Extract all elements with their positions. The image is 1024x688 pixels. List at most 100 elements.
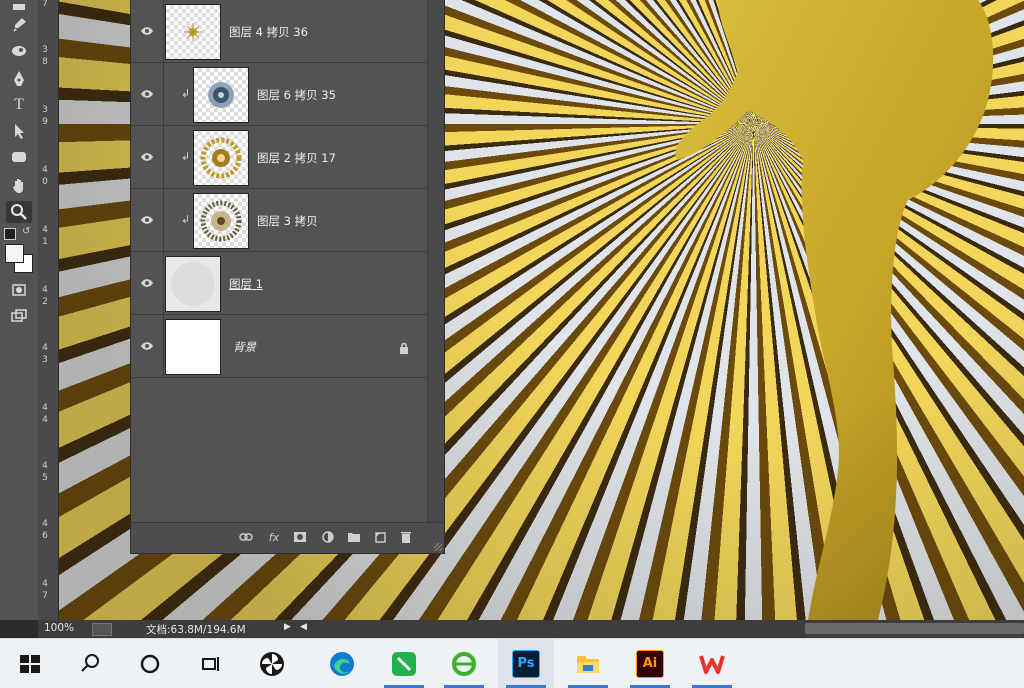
layer-row[interactable]: ↲ 图层 2 拷贝 17	[131, 126, 427, 189]
ruler-label: 3	[42, 355, 48, 365]
layer-thumbnail	[165, 319, 221, 375]
layer-row[interactable]: 图层 4 拷贝 36	[131, 0, 427, 63]
new-group-button[interactable]	[345, 529, 363, 545]
link-layers-button[interactable]	[237, 529, 255, 545]
eye-icon	[141, 342, 153, 350]
layer-row[interactable]: 背景	[131, 315, 427, 378]
quick-mask-button[interactable]	[6, 279, 32, 301]
ruler-label: 6	[42, 531, 48, 541]
layer-name[interactable]: 图层 4 拷贝 36	[229, 24, 308, 40]
adjustment-layer-button[interactable]	[319, 529, 337, 545]
zoom-magnifier-icon	[11, 204, 27, 220]
task-view-icon	[202, 656, 219, 671]
hand-icon	[13, 179, 23, 193]
layer-name[interactable]: 图层 6 拷贝 35	[257, 87, 336, 103]
illustrator-button[interactable]: Ai	[622, 639, 678, 688]
ruler-label: 4	[42, 403, 48, 413]
add-mask-button[interactable]	[291, 529, 309, 545]
ruler-label: 4	[42, 343, 48, 353]
blue-ornament-icon	[208, 82, 234, 108]
resize-grip-icon[interactable]	[434, 543, 442, 551]
tools-panel: T ↺	[0, 0, 39, 620]
delete-layer-button[interactable]	[397, 529, 415, 545]
scroll-left-arrow-icon[interactable]: ◀	[300, 622, 307, 632]
eye-icon	[141, 90, 153, 98]
shape-tool[interactable]	[6, 146, 32, 168]
visibility-toggle[interactable]	[131, 315, 164, 377]
cortana-ring-icon	[140, 654, 160, 673]
blob-icon	[12, 46, 26, 56]
layer-name[interactable]: 图层 1	[229, 276, 263, 292]
search-button[interactable]	[62, 639, 118, 688]
task-view-button[interactable]	[182, 639, 238, 688]
document-size: 文档:63.8M/194.6M	[146, 624, 246, 636]
photoshop-button[interactable]: Ps	[498, 639, 554, 688]
ie-browser-button[interactable]	[436, 639, 492, 688]
blur-tool[interactable]	[6, 40, 32, 62]
layer-name[interactable]: 背景	[233, 339, 256, 355]
layer-thumbnail	[193, 130, 249, 186]
photoshop-icon: Ps	[512, 649, 540, 678]
zoom-level[interactable]: 100%	[44, 622, 74, 634]
wps-office-button[interactable]	[684, 639, 740, 688]
type-tool[interactable]: T	[6, 94, 32, 116]
brush-tool[interactable]	[6, 14, 32, 36]
layer-name[interactable]: 图层 2 拷贝 17	[257, 150, 336, 166]
layer-row[interactable]: 图层 1	[131, 252, 427, 315]
clipping-mask-icon: ↲	[181, 150, 191, 163]
new-layer-icon	[375, 532, 386, 543]
gold-ornament-icon	[184, 23, 202, 41]
screen-mode-button[interactable]	[6, 305, 32, 327]
file-explorer-button[interactable]	[560, 639, 616, 688]
pinwheel-app-button[interactable]	[244, 639, 300, 688]
ruler-label: 5	[42, 473, 48, 483]
default-colors-icon[interactable]	[4, 228, 16, 240]
layer-name[interactable]: 图层 3 拷贝	[257, 213, 318, 229]
visibility-toggle[interactable]	[131, 0, 164, 62]
path-selection-tool[interactable]	[6, 120, 32, 142]
visibility-toggle[interactable]	[131, 63, 164, 125]
layers-scrollbar[interactable]	[427, 0, 444, 522]
green-app-button[interactable]	[376, 639, 432, 688]
link-icon	[239, 533, 253, 541]
cortana-button[interactable]	[122, 639, 178, 688]
type-icon: T	[14, 96, 24, 113]
layer-style-button[interactable]: fx	[265, 529, 283, 545]
hand-tool[interactable]	[6, 175, 32, 197]
clipping-mask-icon: ↲	[181, 87, 191, 100]
green-app-icon	[392, 651, 416, 676]
folder-icon	[577, 655, 599, 673]
layer-thumbnail	[165, 256, 221, 312]
new-layer-button[interactable]	[371, 529, 389, 545]
pinwheel-icon	[260, 651, 284, 676]
search-icon	[81, 653, 99, 672]
start-button[interactable]	[2, 639, 58, 688]
zoom-tool[interactable]	[6, 201, 32, 223]
status-bar: 100% 文档:63.8M/194.6M ▶ ◀	[38, 620, 1024, 638]
ruler-label: 8	[42, 57, 48, 67]
navigator-icon[interactable]	[92, 623, 112, 636]
ruler-label: 4	[42, 461, 48, 471]
pen-icon	[14, 71, 24, 86]
visibility-toggle[interactable]	[131, 126, 164, 188]
ruler-label: 0	[42, 177, 48, 187]
swap-colors-icon[interactable]: ↺	[22, 226, 30, 237]
foreground-color-swatch[interactable]	[5, 244, 24, 263]
edge-browser-button[interactable]	[314, 639, 370, 688]
layer-row[interactable]: ↲ 图层 3 拷贝	[131, 189, 427, 252]
status-menu-arrow-icon[interactable]: ▶	[284, 622, 291, 632]
ruler-label: 4	[42, 415, 48, 425]
layer-row[interactable]: ↲ 图层 6 拷贝 35	[131, 63, 427, 126]
ruler-label: 7	[42, 591, 48, 601]
lock-icon[interactable]	[399, 339, 409, 358]
ie-icon	[452, 651, 476, 676]
horizontal-scrollbar[interactable]	[805, 623, 1024, 634]
pen-tool[interactable]	[6, 68, 32, 90]
visibility-toggle[interactable]	[131, 189, 164, 251]
eye-icon	[141, 153, 153, 161]
windows-logo-icon	[20, 654, 40, 673]
windows-taskbar: Ps Ai	[0, 638, 1024, 688]
visibility-toggle[interactable]	[131, 252, 164, 314]
layers-panel: 图层 4 拷贝 36 ↲ 图层 6 拷贝 35 ↲ 图层 2 拷贝 17 ↲ 图…	[130, 0, 445, 554]
layer-thumbnail	[193, 67, 249, 123]
